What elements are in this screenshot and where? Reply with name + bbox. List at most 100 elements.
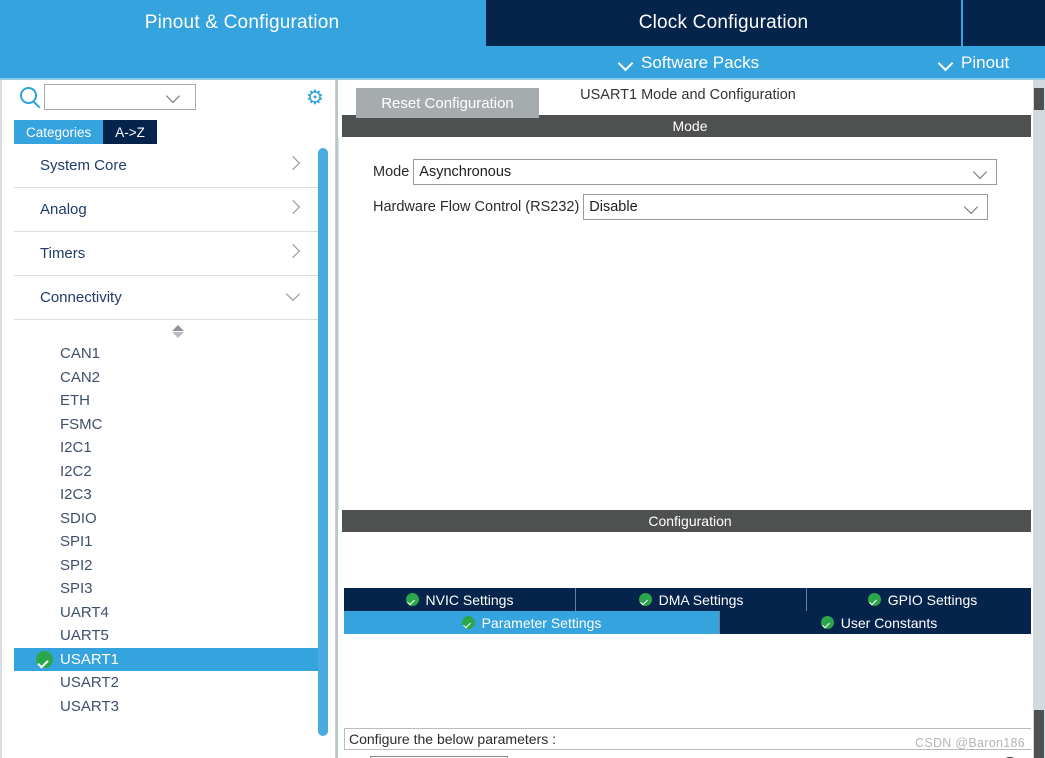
list-scroll-spinner[interactable]	[14, 320, 320, 342]
field-mode-value: Asynchronous	[419, 164, 512, 180]
chevron-right-icon	[288, 202, 300, 214]
configuration-section-header-label: Configuration	[648, 513, 732, 529]
sidebar-item-can2[interactable]: CAN2	[14, 366, 320, 390]
spinner-up-icon[interactable]	[172, 325, 184, 331]
field-mode-label: Mode	[373, 164, 410, 180]
menu-pinout[interactable]: Pinout	[940, 46, 1009, 80]
field-hardware-flow-control-value: Disable	[589, 199, 638, 215]
tab-pinout-configuration-label: Pinout & Configuration	[144, 12, 340, 33]
tab-clock-configuration[interactable]: Clock Configuration	[486, 0, 961, 46]
sidebar-item-label: SPI3	[60, 580, 93, 598]
main-tab-bar: Pinout & Configuration Clock Configurati…	[0, 0, 1045, 46]
sidebar-item-usart3[interactable]: USART3	[14, 695, 320, 719]
sidebar-item-label: I2C2	[60, 462, 92, 480]
configuration-section-header: Configuration	[342, 510, 1038, 532]
sidebar-item-uart4[interactable]: UART4	[14, 601, 320, 625]
tab-third-truncated[interactable]	[963, 0, 1045, 46]
tab-a-to-z[interactable]: A->Z	[103, 120, 157, 144]
sidebar-item-label: SPI1	[60, 533, 93, 551]
field-hardware-flow-control-select[interactable]: Disable	[583, 194, 989, 220]
sidebar-item-can1[interactable]: CAN1	[14, 342, 320, 366]
mode-section-header-label: Mode	[672, 118, 708, 134]
tab-gpio-settings-label: GPIO Settings	[887, 591, 978, 608]
sidebar-item-eth[interactable]: ETH	[14, 389, 320, 413]
sidebar-item-i2c1[interactable]: I2C1	[14, 436, 320, 460]
field-mode: Mode Asynchronous	[373, 159, 998, 185]
sidebar-item-label: UART5	[60, 627, 109, 645]
gear-icon[interactable]: ⚙	[305, 88, 325, 108]
category-list: System Core Analog Timers Connectivity C…	[14, 144, 320, 758]
sidebar-item-label: USART1	[60, 650, 119, 668]
check-circle-icon	[461, 616, 475, 629]
sidebar-item-label: CAN2	[60, 368, 101, 386]
search-icon	[20, 87, 37, 104]
tab-nvic-settings[interactable]: NVIC Settings	[344, 588, 576, 611]
sidebar-item-system-core[interactable]: System Core	[14, 144, 320, 188]
main-scrollbar-track[interactable]	[1033, 80, 1045, 758]
sidebar-item-timers-label: Timers	[40, 245, 86, 262]
sidebar-item-label: I2C1	[60, 439, 92, 457]
tab-categories[interactable]: Categories	[14, 120, 104, 144]
field-mode-select[interactable]: Asynchronous	[413, 159, 998, 185]
main-scrollbar-thumb-top[interactable]	[1034, 88, 1044, 110]
tab-parameter-settings-label: Parameter Settings	[481, 614, 602, 631]
sidebar-item-spi1[interactable]: SPI1	[14, 530, 320, 554]
sidebar-item-spi3[interactable]: SPI3	[14, 577, 320, 601]
check-circle-icon	[405, 593, 419, 606]
check-circle-icon	[820, 616, 834, 629]
sidebar-item-label: SPI2	[60, 556, 93, 574]
chevron-right-icon	[288, 158, 300, 170]
sidebar-item-analog[interactable]: Analog	[14, 188, 320, 232]
sidebar-scrollbar-thumb[interactable]	[318, 148, 328, 736]
tab-gpio-settings[interactable]: GPIO Settings	[807, 588, 1038, 611]
chevron-down-icon	[288, 290, 300, 302]
chevron-down-icon	[975, 167, 987, 179]
sidebar-item-label: I2C3	[60, 486, 92, 504]
sidebar-item-fsmc[interactable]: FSMC	[14, 413, 320, 437]
sidebar-item-system-core-label: System Core	[40, 157, 127, 174]
sidebar-item-usart2[interactable]: USART2	[14, 671, 320, 695]
check-circle-icon	[867, 593, 881, 606]
sidebar-item-connectivity-label: Connectivity	[40, 289, 122, 306]
sidebar-item-uart5[interactable]: UART5	[14, 624, 320, 648]
sidebar-item-label: CAN1	[60, 345, 101, 363]
sidebar-item-label: USART3	[60, 697, 119, 715]
spinner-down-icon[interactable]	[172, 332, 184, 338]
sidebar-item-label: UART4	[60, 603, 109, 621]
reset-configuration-button[interactable]: Reset Configuration	[356, 88, 539, 118]
parameter-toolbar: Search (Crtl+F) i	[344, 754, 1038, 758]
sidebar-item-analog-label: Analog	[40, 201, 87, 218]
sidebar-item-sdio[interactable]: SDIO	[14, 507, 320, 531]
sidebar-item-label: SDIO	[60, 509, 97, 527]
sidebar-item-i2c2[interactable]: I2C2	[14, 460, 320, 484]
chevron-down-icon	[940, 57, 953, 70]
sidebar-item-connectivity[interactable]: Connectivity	[14, 276, 320, 320]
chevron-down-icon[interactable]	[168, 91, 180, 103]
sidebar-item-label: USART2	[60, 674, 119, 692]
sidebar-item-label: FSMC	[60, 415, 103, 433]
configure-hint-label: Configure the below parameters :	[349, 731, 556, 747]
menu-software-packs[interactable]: Software Packs	[620, 46, 759, 80]
sidebar-item-spi2[interactable]: SPI2	[14, 554, 320, 578]
sidebar-item-timers[interactable]: Timers	[14, 232, 320, 276]
chevron-down-icon	[966, 202, 978, 214]
tab-user-constants[interactable]: User Constants	[720, 611, 1038, 634]
check-circle-icon	[638, 593, 652, 606]
field-hardware-flow-control: Hardware Flow Control (RS232) Disable	[373, 194, 989, 220]
page-title-label: USART1 Mode and Configuration	[580, 87, 796, 103]
sidebar-item-usart1[interactable]: USART1	[14, 647, 320, 671]
tab-dma-settings[interactable]: DMA Settings	[576, 588, 807, 611]
main-scrollbar-thumb-bottom[interactable]	[1034, 710, 1044, 758]
peripheral-list: CAN1 CAN2 ETH FSMC I2C1 I2C2 I2C3 SDIO SPI1 SPI2 S…	[14, 342, 320, 718]
tab-clock-configuration-label: Clock Configuration	[638, 12, 809, 33]
chevron-down-icon	[620, 57, 633, 70]
tab-parameter-settings[interactable]: Parameter Settings	[344, 611, 720, 634]
configuration-section-body	[338, 532, 1038, 758]
sidebar-tabs: Categories A->Z	[14, 120, 157, 144]
menu-pinout-label: Pinout	[961, 53, 1010, 72]
sidebar-item-i2c3[interactable]: I2C3	[14, 483, 320, 507]
reset-configuration-label: Reset Configuration	[381, 94, 514, 112]
tab-nvic-settings-label: NVIC Settings	[425, 591, 514, 608]
tab-pinout-configuration[interactable]: Pinout & Configuration	[0, 0, 484, 46]
menu-software-packs-label: Software Packs	[641, 53, 760, 72]
